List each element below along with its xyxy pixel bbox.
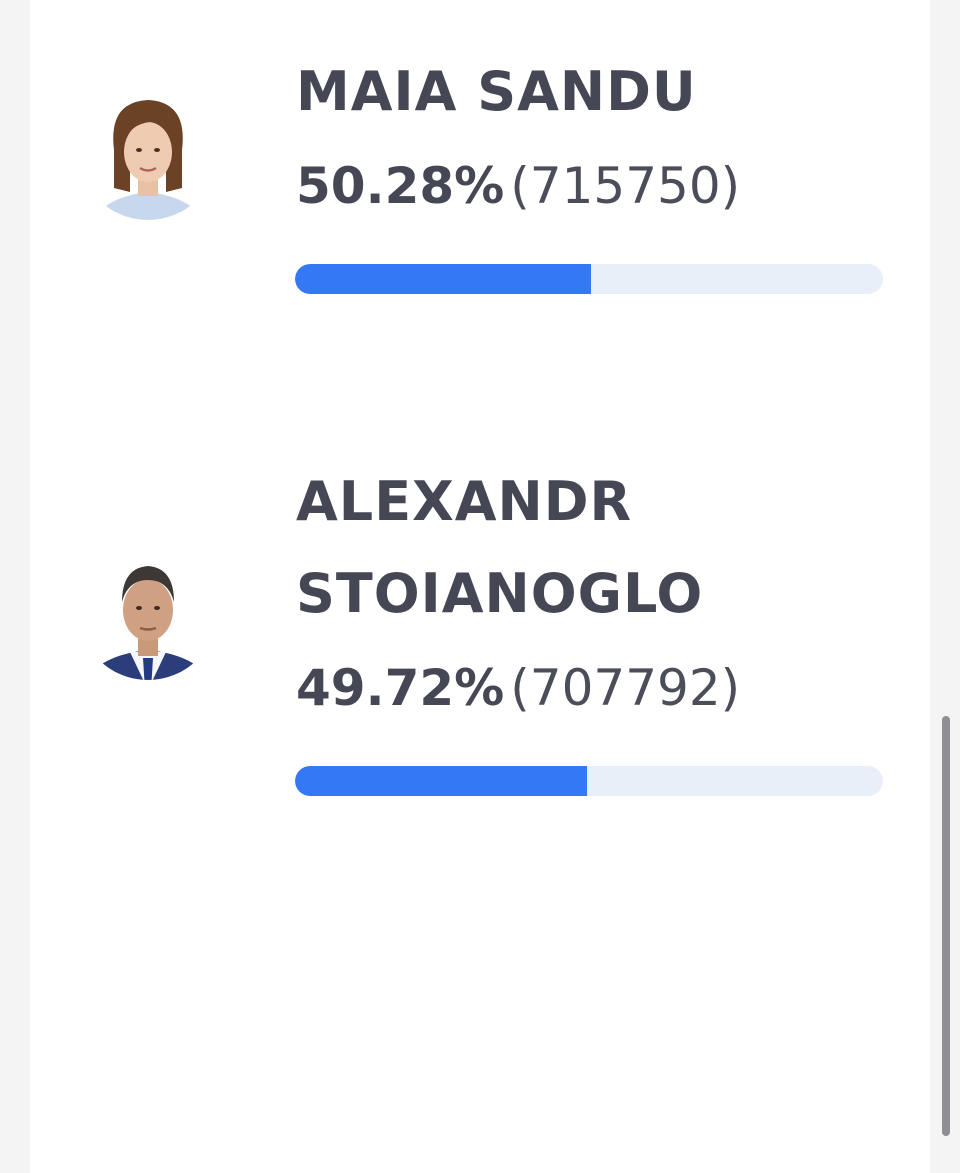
vertical-scrollbar[interactable] [942,716,950,1136]
results-card: MAIA SANDU 50.28%(715750) ALEXANDR STOI [30,0,930,1173]
portrait-woman-icon [78,80,218,220]
vote-percentage: 49.72% [296,659,505,717]
candidate-result: 49.72% (707792) [296,656,740,720]
vote-count: (707792) [510,659,741,717]
progress-bar-fill [295,264,591,294]
vote-percentage: 50.28% [296,157,505,215]
candidate-name: ALEXANDR STOIANOGLO [296,470,704,625]
candidate-photo-stoianoglo [78,540,218,680]
candidate-name: MAIA SANDU [296,60,697,123]
candidate-photo-sandu [78,80,218,220]
vote-count: (715750) [510,157,741,215]
progress-bar [295,766,883,796]
candidate-result: 50.28% (715750) [296,154,740,218]
progress-bar [295,264,883,294]
progress-bar-fill [295,766,588,796]
portrait-man-icon [78,540,218,680]
